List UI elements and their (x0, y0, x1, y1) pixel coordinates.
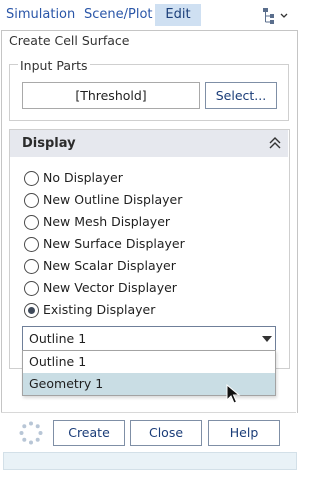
busy-spinner-icon (18, 420, 44, 446)
radio-label: No Displayer (43, 170, 123, 185)
displayer-dropdown[interactable]: Outline 1 (22, 326, 276, 351)
radio-button[interactable] (24, 171, 39, 186)
dialog-title: Create Cell Surface (9, 33, 130, 48)
radio-button[interactable] (24, 259, 39, 274)
tab-simulation[interactable]: Simulation (6, 4, 75, 26)
input-parts-field[interactable]: [Threshold] (22, 82, 200, 109)
dropdown-item-outline-1[interactable]: Outline 1 (23, 351, 275, 373)
menu-bar: Simulation Scene/Plot Edit (0, 0, 298, 30)
select-parts-button[interactable]: Select... (205, 82, 277, 109)
display-title: Display (22, 136, 76, 151)
dropdown-selected-value: Outline 1 (29, 331, 87, 346)
tree-view-icon[interactable] (262, 7, 292, 25)
close-button[interactable]: Close (130, 420, 202, 446)
chevron-down-icon[interactable] (262, 336, 272, 342)
double-chevron-up-icon[interactable] (268, 135, 282, 151)
radio-label: New Scalar Displayer (43, 258, 176, 273)
create-button[interactable]: Create (53, 420, 125, 446)
radio-label: New Vector Displayer (43, 280, 177, 295)
radio-button-checked[interactable] (24, 303, 39, 318)
radio-button[interactable] (24, 281, 39, 296)
dropdown-item-label: Geometry 1 (29, 376, 104, 391)
input-parts-label: Input Parts (18, 58, 90, 73)
status-bar (3, 452, 297, 470)
help-button[interactable]: Help (208, 420, 280, 446)
tab-edit[interactable]: Edit (155, 4, 201, 26)
radio-label: New Mesh Displayer (43, 214, 171, 229)
radio-button[interactable] (24, 215, 39, 230)
mouse-pointer-icon (226, 383, 242, 406)
radio-label: New Surface Displayer (43, 236, 185, 251)
radio-label: New Outline Displayer (43, 192, 183, 207)
radio-label: Existing Displayer (43, 302, 156, 317)
radio-button[interactable] (24, 193, 39, 208)
dropdown-item-label: Outline 1 (29, 354, 87, 369)
divider (1, 412, 296, 413)
tab-scene-plot[interactable]: Scene/Plot (84, 4, 153, 26)
radio-button[interactable] (24, 237, 39, 252)
